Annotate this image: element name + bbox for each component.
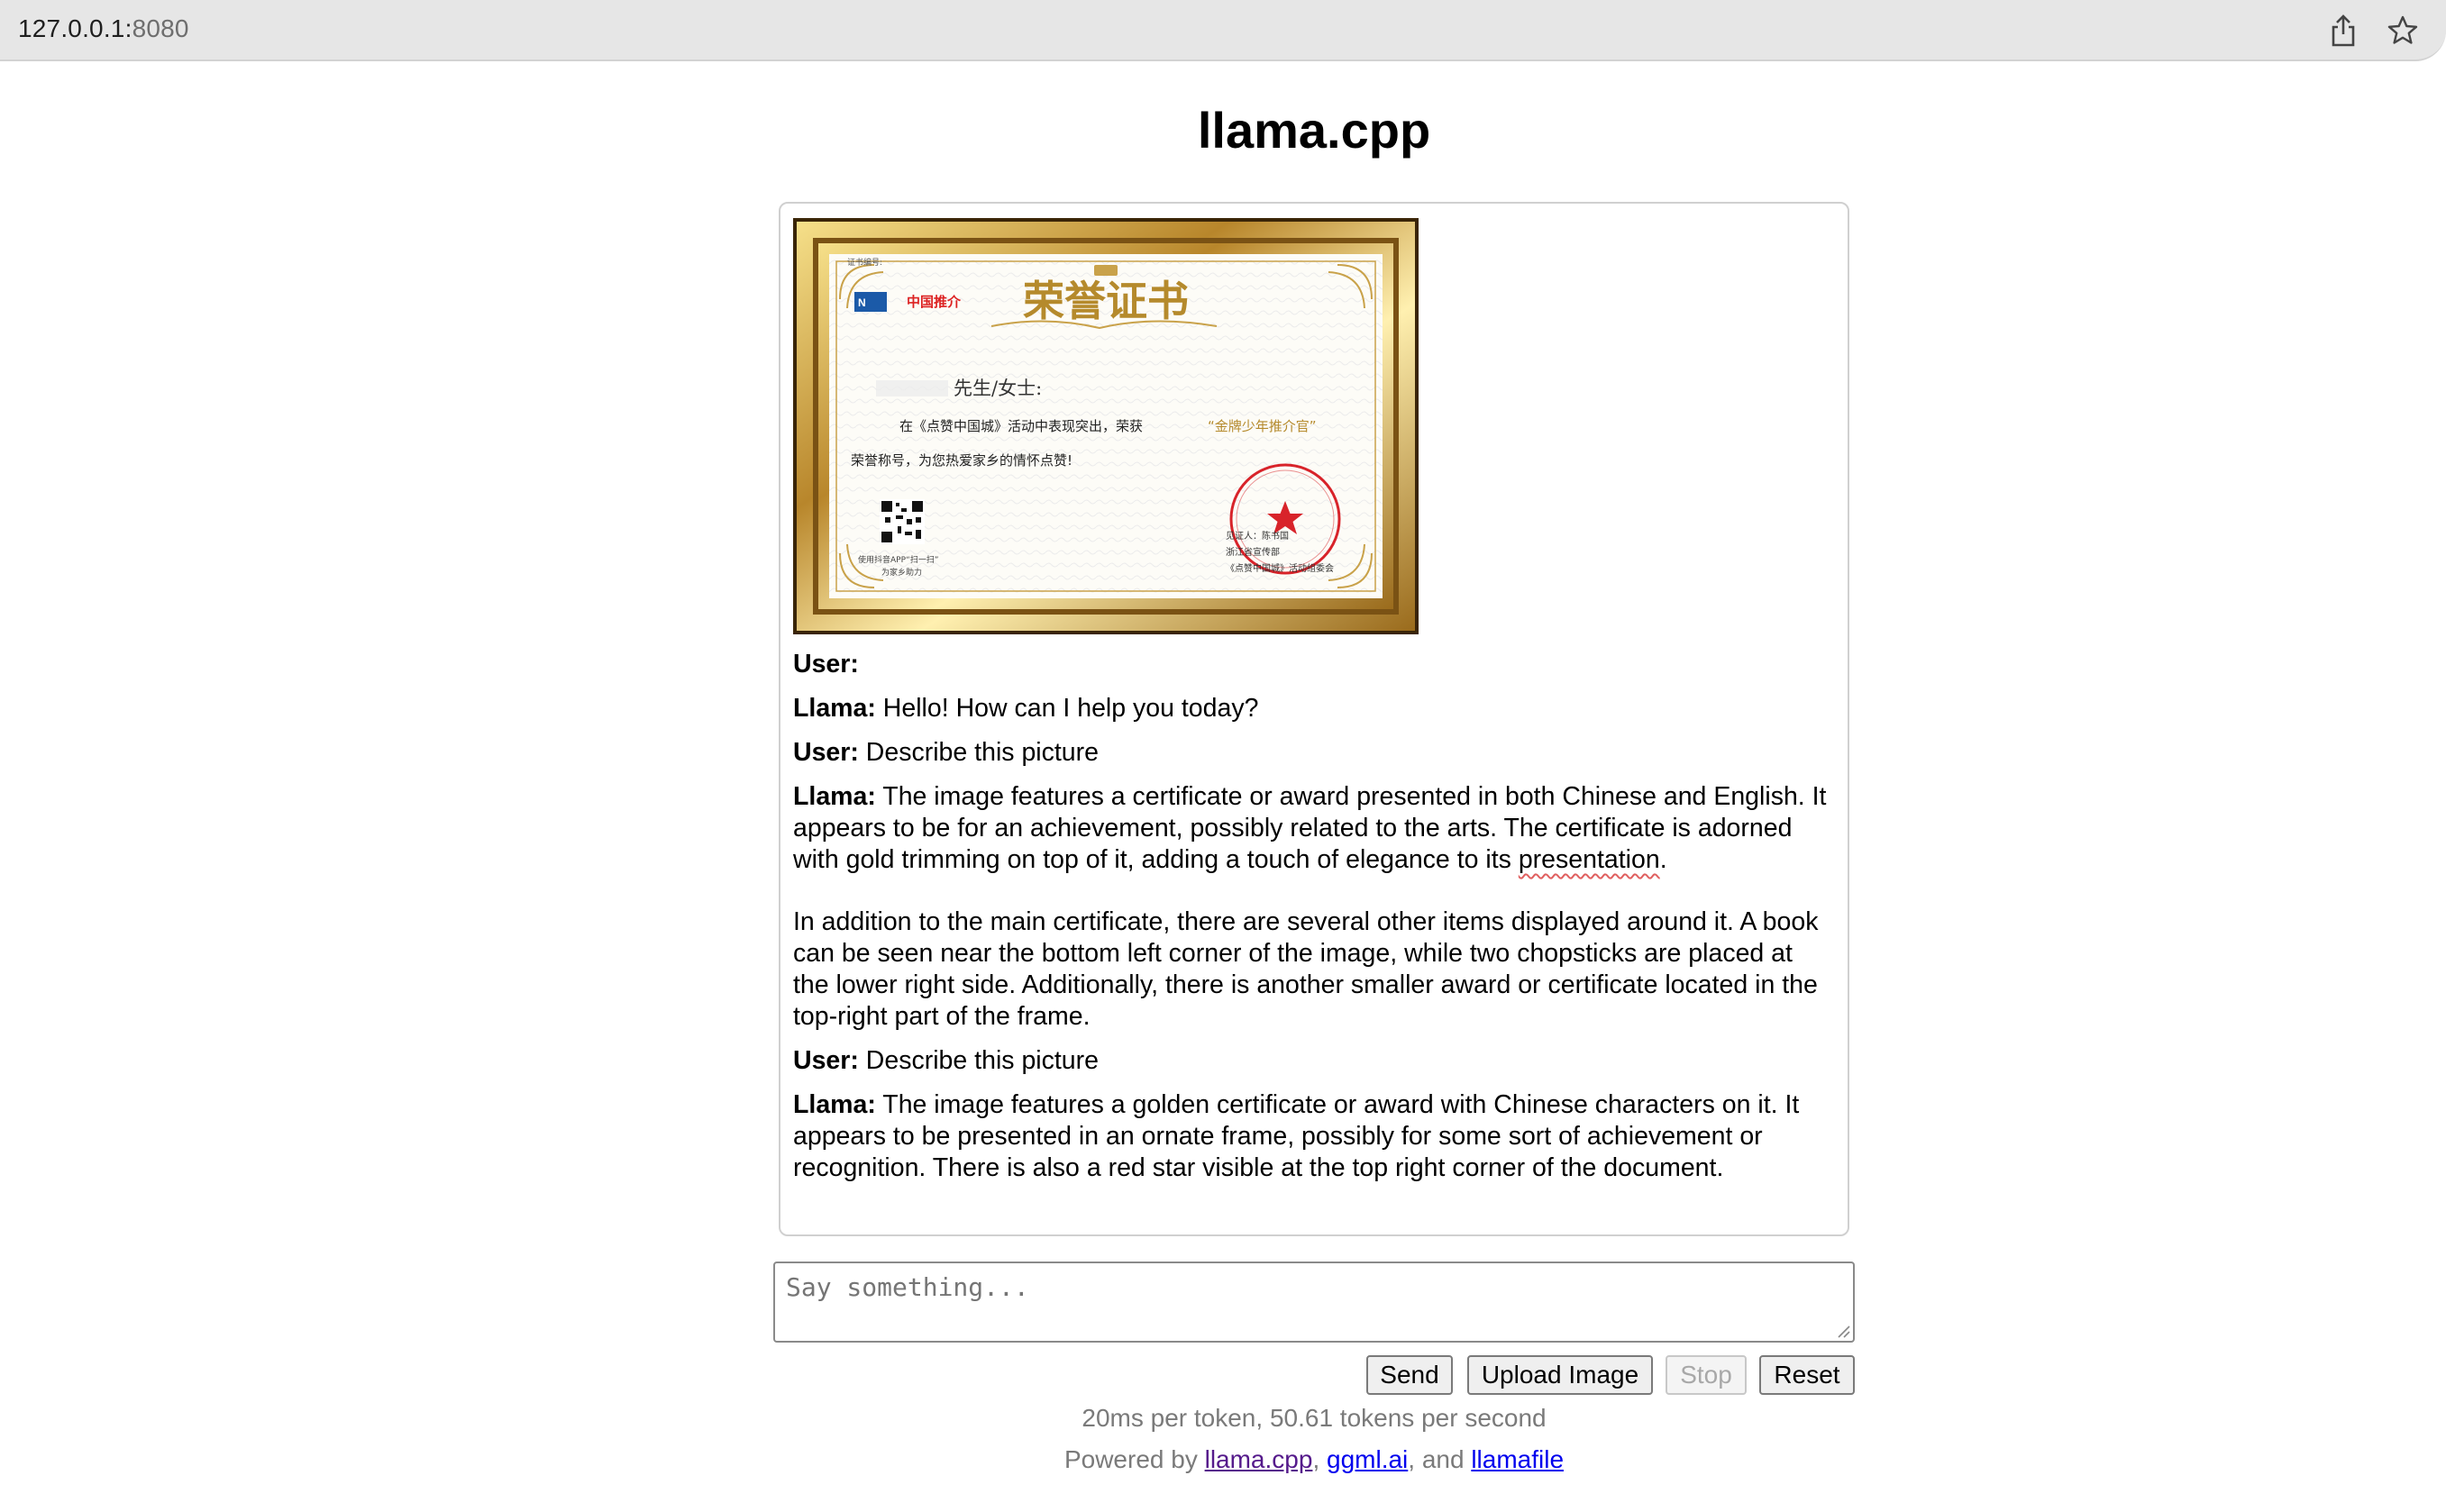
- cert-issuer2: 浙江省宣传部: [1226, 546, 1280, 558]
- cert-body-line1: 在《点赞中国城》活动中表现突出，荣获: [899, 418, 1143, 434]
- browser-address-bar: 127.0.0.1:8080: [0, 0, 2446, 61]
- message-speaker: User:: [793, 738, 859, 767]
- chat-message: Llama: The image features a golden certi…: [793, 1089, 1835, 1184]
- ggml-ai-link[interactable]: ggml.ai: [1327, 1445, 1408, 1473]
- share-icon[interactable]: [2323, 11, 2363, 50]
- cert-qr-caption2: 为家乡助力: [881, 567, 922, 578]
- page-title: llama.cpp: [1197, 102, 1431, 159]
- cert-qr-caption1: 使用抖音APP“扫一扫”: [858, 554, 939, 565]
- message-text: The image features a golden certificate …: [793, 1090, 1800, 1182]
- token-stats: 20ms per token, 50.61 tokens per second: [1082, 1404, 1547, 1432]
- cert-body-line2: 荣誉称号，为您热爱家乡的情怀点赞!: [851, 452, 1072, 469]
- message-text: Describe this picture: [865, 738, 1099, 767]
- cert-issuer3: 《点赞中国城》活动组委会: [1226, 562, 1334, 574]
- footer-separator: , and: [1408, 1445, 1472, 1473]
- message-speaker: User:: [793, 650, 859, 679]
- message-list: User: Llama: Hello! How can I help you t…: [793, 649, 1835, 1184]
- chat-message: Llama: Hello! How can I help you today?: [793, 693, 1835, 724]
- message-text: Hello! How can I help you today?: [882, 694, 1259, 723]
- url-port: 8080: [132, 14, 189, 42]
- spellcheck-underline: presentation: [1518, 845, 1660, 874]
- message-paragraph: The image features a certificate or awar…: [793, 782, 1827, 874]
- cert-main-title: 荣誉证书: [1023, 277, 1189, 325]
- send-button[interactable]: Send: [1366, 1355, 1453, 1395]
- message-speaker: User:: [793, 1046, 859, 1075]
- chat-log: 证书编号: N 中国推介 荣誉证书 先生/女士: 在《点赞中国城》活动中表现突出…: [779, 202, 1849, 1236]
- powered-by-footer: Powered by llama.cpp, ggml.ai, and llama…: [0, 1445, 2446, 1474]
- cert-award-name: “金牌少年推介官”: [1208, 418, 1317, 434]
- resize-grip-icon[interactable]: [1835, 1323, 1851, 1339]
- message-paragraph: In addition to the main certificate, the…: [793, 907, 1819, 1031]
- llama-cpp-link[interactable]: llama.cpp: [1205, 1445, 1313, 1473]
- cert-salutation: 先生/女士:: [954, 378, 1042, 399]
- powered-by-prefix: Powered by: [1063, 1445, 1205, 1473]
- cert-logo-brand: 中国推介: [907, 294, 962, 310]
- url-host: 127.0.0.1:: [18, 14, 132, 42]
- chat-message: User:: [793, 649, 1835, 680]
- chat-input[interactable]: [773, 1262, 1855, 1343]
- url-field[interactable]: 127.0.0.1:8080: [18, 14, 189, 43]
- llamafile-link[interactable]: llamafile: [1471, 1445, 1564, 1473]
- message-text: Describe this picture: [865, 1046, 1099, 1075]
- footer-separator: ,: [1312, 1445, 1327, 1473]
- cert-issuer1: 见证人：陈书国: [1226, 530, 1289, 542]
- upload-image-button[interactable]: Upload Image: [1467, 1355, 1653, 1395]
- chat-message: Llama: The image features a certificate …: [793, 781, 1835, 1033]
- message-speaker: Llama:: [793, 782, 876, 811]
- certificate-image: 证书编号: N 中国推介 荣誉证书 先生/女士: 在《点赞中国城》活动中表现突出…: [793, 218, 1419, 634]
- svg-text:N: N: [858, 296, 866, 309]
- message-speaker: Llama:: [793, 694, 876, 723]
- star-icon[interactable]: [2383, 11, 2423, 50]
- cert-number-label: 证书编号:: [847, 257, 882, 268]
- message-speaker: Llama:: [793, 1090, 876, 1119]
- stop-button[interactable]: Stop: [1666, 1355, 1747, 1395]
- reset-button[interactable]: Reset: [1759, 1355, 1855, 1395]
- chat-message: User: Describe this picture: [793, 1045, 1835, 1077]
- chat-message: User: Describe this picture: [793, 737, 1835, 769]
- qr-code-icon: [880, 499, 925, 544]
